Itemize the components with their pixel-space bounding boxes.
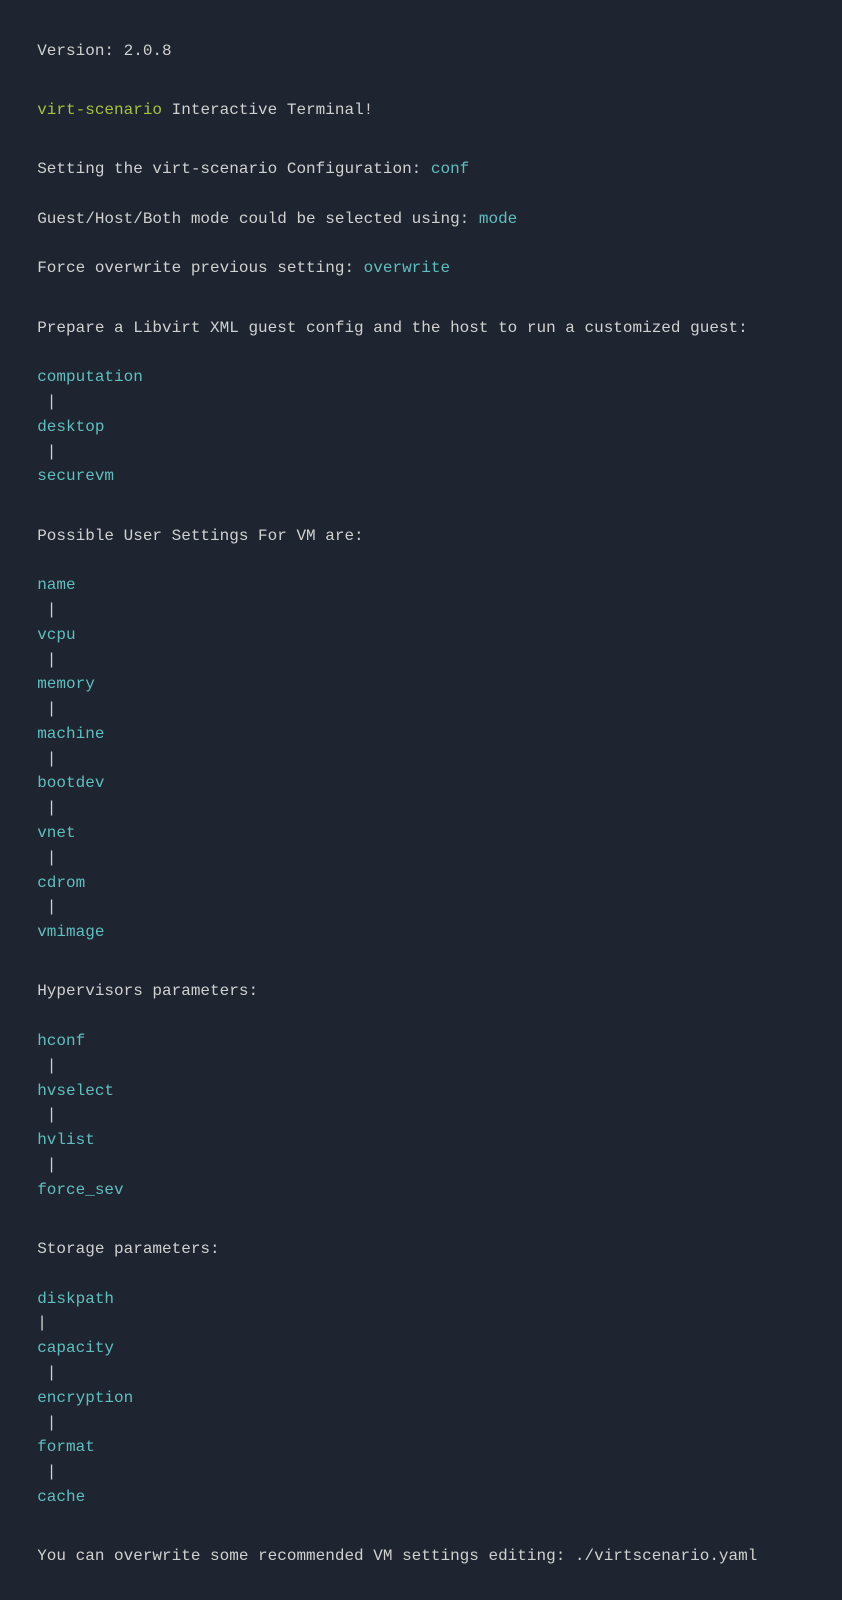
- config-text-3: Force overwrite previous setting:: [37, 259, 363, 277]
- link-hvselect: hvselect: [37, 1082, 114, 1100]
- link-hconf: hconf: [37, 1032, 85, 1050]
- hypervisors-header: Hypervisors parameters:: [18, 955, 824, 1005]
- config-line-3: Force overwrite previous setting: overwr…: [18, 232, 824, 282]
- version-text: Version: 2.0.8: [37, 42, 171, 60]
- link-desktop: desktop: [37, 418, 104, 436]
- config-line-2: Guest/Host/Both mode could be selected u…: [18, 182, 824, 232]
- intro-suffix: Interactive Terminal!: [162, 101, 373, 119]
- link-cdrom: cdrom: [37, 874, 85, 892]
- link-vnet: vnet: [37, 824, 75, 842]
- link-force-sev: force_sev: [37, 1181, 123, 1199]
- libvirt-header: Prepare a Libvirt XML guest config and t…: [18, 291, 824, 341]
- link-encryption: encryption: [37, 1389, 133, 1407]
- hypervisors-header-text: Hypervisors parameters:: [37, 982, 258, 1000]
- link-bootdev: bootdev: [37, 774, 104, 792]
- link-hvlist: hvlist: [37, 1131, 95, 1149]
- config-link-conf: conf: [431, 160, 469, 178]
- overwrite-note-text: You can overwrite some recommended VM se…: [37, 1547, 757, 1565]
- link-cache: cache: [37, 1488, 85, 1506]
- hypervisors-links-line: hconf | hvselect | hvlist | force_sev: [18, 1004, 824, 1202]
- link-name: name: [37, 576, 75, 594]
- virt-scenario-label: virt-scenario: [37, 101, 162, 119]
- link-securevm: securevm: [37, 467, 114, 485]
- config-text-2: Guest/Host/Both mode could be selected u…: [37, 210, 479, 228]
- vm-settings-links-line: name | vcpu | memory | machine | bootdev…: [18, 548, 824, 945]
- config-text-1: Setting the virt-scenario Configuration:: [37, 160, 431, 178]
- link-machine: machine: [37, 725, 104, 743]
- storage-links-line: diskpath | capacity | encryption | forma…: [18, 1262, 824, 1510]
- config-line-1: Setting the virt-scenario Configuration:…: [18, 132, 824, 182]
- readme-header-line: Please read the manpage or the README.md…: [18, 1579, 824, 1600]
- sep1: |: [37, 393, 66, 411]
- config-link-mode: mode: [479, 210, 517, 228]
- link-computation: computation: [37, 368, 143, 386]
- storage-header: Storage parameters:: [18, 1212, 824, 1262]
- link-capacity: capacity: [37, 1339, 114, 1357]
- config-link-overwrite: overwrite: [364, 259, 450, 277]
- vm-settings-header: Possible User Settings For VM are:: [18, 499, 824, 549]
- link-diskpath: diskpath: [37, 1290, 114, 1308]
- overwrite-note-line: You can overwrite some recommended VM se…: [18, 1519, 824, 1569]
- link-vcpu: vcpu: [37, 626, 75, 644]
- vm-settings-header-text: Possible User Settings For VM are:: [37, 527, 363, 545]
- link-memory: memory: [37, 675, 95, 693]
- storage-header-text: Storage parameters:: [37, 1240, 219, 1258]
- link-vmimage: vmimage: [37, 923, 104, 941]
- link-format: format: [37, 1438, 95, 1456]
- libvirt-links-line: computation | desktop | securevm: [18, 340, 824, 489]
- intro-line: virt-scenario Interactive Terminal!: [18, 73, 824, 123]
- libvirt-header-text: Prepare a Libvirt XML guest config and t…: [37, 319, 748, 337]
- version-line: Version: 2.0.8: [18, 14, 824, 64]
- sep2: |: [37, 443, 66, 461]
